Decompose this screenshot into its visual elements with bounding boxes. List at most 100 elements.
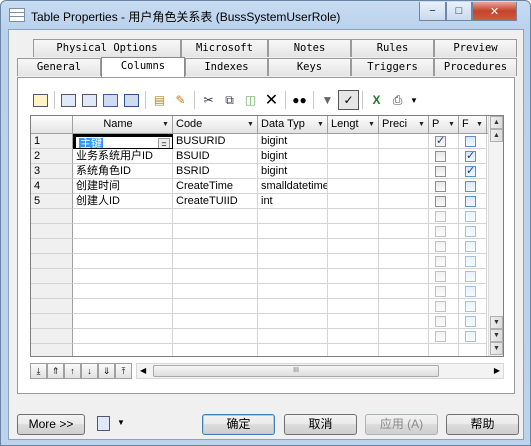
grid-cell[interactable] — [73, 254, 173, 269]
grid-cell[interactable] — [73, 314, 173, 329]
chevron-down-icon[interactable]: ▼ — [245, 119, 256, 130]
scroll-right-icon[interactable]: ▶ — [494, 366, 500, 375]
grid-cell[interactable] — [459, 179, 487, 194]
grid-cell[interactable] — [328, 344, 379, 356]
chevron-down-icon[interactable]: ▼ — [315, 119, 326, 130]
grid-cell[interactable] — [429, 314, 459, 329]
excel-export-icon[interactable]: X — [366, 90, 387, 110]
minimize-button[interactable]: − — [419, 2, 446, 21]
grid-cell[interactable]: BSRID — [173, 164, 258, 179]
grid-cell[interactable]: bigint — [258, 149, 328, 164]
attribute-icon[interactable]: ✎ — [170, 90, 191, 110]
move-down-icon[interactable]: ↓ — [81, 363, 98, 379]
chevron-down-icon[interactable]: ▼ — [446, 119, 457, 130]
grid-cell[interactable] — [258, 224, 328, 239]
table-row[interactable]: 5 创建人ID CreateTUIID int — [31, 194, 491, 209]
grid-cell[interactable] — [328, 254, 379, 269]
grid-cell[interactable] — [459, 269, 487, 284]
grid-cell[interactable] — [379, 344, 429, 356]
foreign-key-checkbox[interactable] — [465, 149, 476, 163]
grid-cell[interactable] — [379, 134, 429, 149]
columns-grid[interactable]: Name ▼ Code ▼ Data Typ ▼ Lengt ▼ Preci ▼ P ▼ F ▼ 1 主键 =… — [30, 115, 504, 357]
domain-icon[interactable]: ▤ — [149, 90, 170, 110]
tab-notes[interactable]: Notes — [268, 39, 351, 57]
grid-cell[interactable] — [459, 344, 487, 356]
grid-cell[interactable]: 创建时间 — [73, 179, 173, 194]
grid-cell[interactable] — [379, 179, 429, 194]
grid-cell[interactable] — [429, 164, 459, 179]
foreign-key-checkbox[interactable] — [465, 256, 476, 267]
tab-preview[interactable]: Preview — [434, 39, 517, 57]
delete-icon[interactable]: ✕ — [261, 90, 282, 110]
table-row[interactable]: 3 系统角色ID BSRID bigint — [31, 164, 491, 179]
chevron-down-icon[interactable]: ▼ — [366, 119, 377, 130]
grid-cell[interactable] — [429, 299, 459, 314]
tab-columns[interactable]: Columns — [101, 57, 185, 77]
move-bottom-icon[interactable]: ⤒ — [115, 363, 132, 379]
scroll-down-icon[interactable]: ▼ — [490, 316, 503, 329]
grid-cell[interactable] — [429, 269, 459, 284]
column-header-code[interactable]: Code ▼ — [173, 116, 258, 134]
name-edit-button[interactable]: = — [158, 138, 170, 148]
grid-cell[interactable] — [379, 194, 429, 209]
grid-cell[interactable] — [379, 329, 429, 344]
grid-cell[interactable] — [379, 224, 429, 239]
grid-cell[interactable]: 创建人ID — [73, 194, 173, 209]
cut-icon[interactable]: ✂ — [198, 90, 219, 110]
grid-cell[interactable] — [459, 239, 487, 254]
vertical-scrollbar[interactable]: ▲ ▲ ▼ ▼ ▼ — [488, 116, 503, 356]
grid-cell[interactable] — [429, 134, 459, 149]
grid-cell[interactable] — [173, 329, 258, 344]
table-row[interactable]: 4 创建时间 CreateTime smalldatetime — [31, 179, 491, 194]
grid-cell[interactable] — [173, 254, 258, 269]
foreign-key-checkbox[interactable] — [465, 271, 476, 282]
grid-cell[interactable] — [459, 254, 487, 269]
grid-cell[interactable] — [459, 149, 487, 164]
grid-cell[interactable] — [258, 329, 328, 344]
table-row[interactable]: 2 业务系统用户ID BSUID bigint — [31, 149, 491, 164]
model-menu-chevron-down-icon[interactable]: ▼ — [117, 418, 125, 427]
primary-key-checkbox[interactable] — [435, 211, 446, 222]
grid-cell[interactable]: BUSURID — [173, 134, 258, 149]
table-row[interactable] — [31, 329, 491, 344]
column-header-data-typ[interactable]: Data Typ ▼ — [258, 116, 328, 134]
grid-cell[interactable] — [379, 164, 429, 179]
tab-physical-options[interactable]: Physical Options — [33, 39, 181, 57]
grid-cell[interactable]: 主键 = — [73, 134, 173, 149]
grid-cell[interactable] — [379, 299, 429, 314]
foreign-key-checkbox[interactable] — [465, 196, 476, 207]
add-column-icon[interactable] — [100, 90, 121, 110]
grid-cell[interactable] — [328, 269, 379, 284]
grid-cell[interactable] — [258, 269, 328, 284]
grid-cell[interactable] — [459, 224, 487, 239]
primary-key-checkbox[interactable] — [435, 301, 446, 312]
grid-cell[interactable] — [328, 209, 379, 224]
filter-icon[interactable]: ▼ — [317, 90, 338, 110]
grid-cell[interactable] — [173, 314, 258, 329]
insert-row-icon[interactable] — [58, 90, 79, 110]
grid-cell[interactable] — [258, 284, 328, 299]
table-row[interactable] — [31, 314, 491, 329]
table-row[interactable] — [31, 239, 491, 254]
table-row[interactable] — [31, 269, 491, 284]
chevron-down-icon[interactable]: ▼ — [416, 119, 427, 130]
grid-cell[interactable] — [73, 209, 173, 224]
grid-cell[interactable] — [379, 149, 429, 164]
foreign-key-checkbox[interactable] — [465, 226, 476, 237]
foreign-key-checkbox[interactable] — [465, 331, 476, 342]
model-menu-icon[interactable] — [97, 416, 110, 431]
tab-indexes[interactable]: Indexes — [185, 58, 268, 76]
copy-icon[interactable]: ⧉ — [219, 90, 240, 110]
grid-cell[interactable]: bigint — [258, 134, 328, 149]
grid-cell[interactable] — [328, 284, 379, 299]
grid-cell[interactable]: CreateTUIID — [173, 194, 258, 209]
grid-cell[interactable] — [429, 344, 459, 356]
primary-key-checkbox[interactable] — [435, 241, 446, 252]
grid-cell[interactable] — [429, 224, 459, 239]
scroll-left-icon[interactable]: ◀ — [140, 366, 146, 375]
name-cell-selected-text[interactable]: 主键 — [79, 138, 103, 148]
grid-cell[interactable]: 业务系统用户ID — [73, 149, 173, 164]
grid-cell[interactable] — [429, 329, 459, 344]
grid-cell[interactable] — [173, 224, 258, 239]
primary-key-checkbox[interactable] — [435, 256, 446, 267]
